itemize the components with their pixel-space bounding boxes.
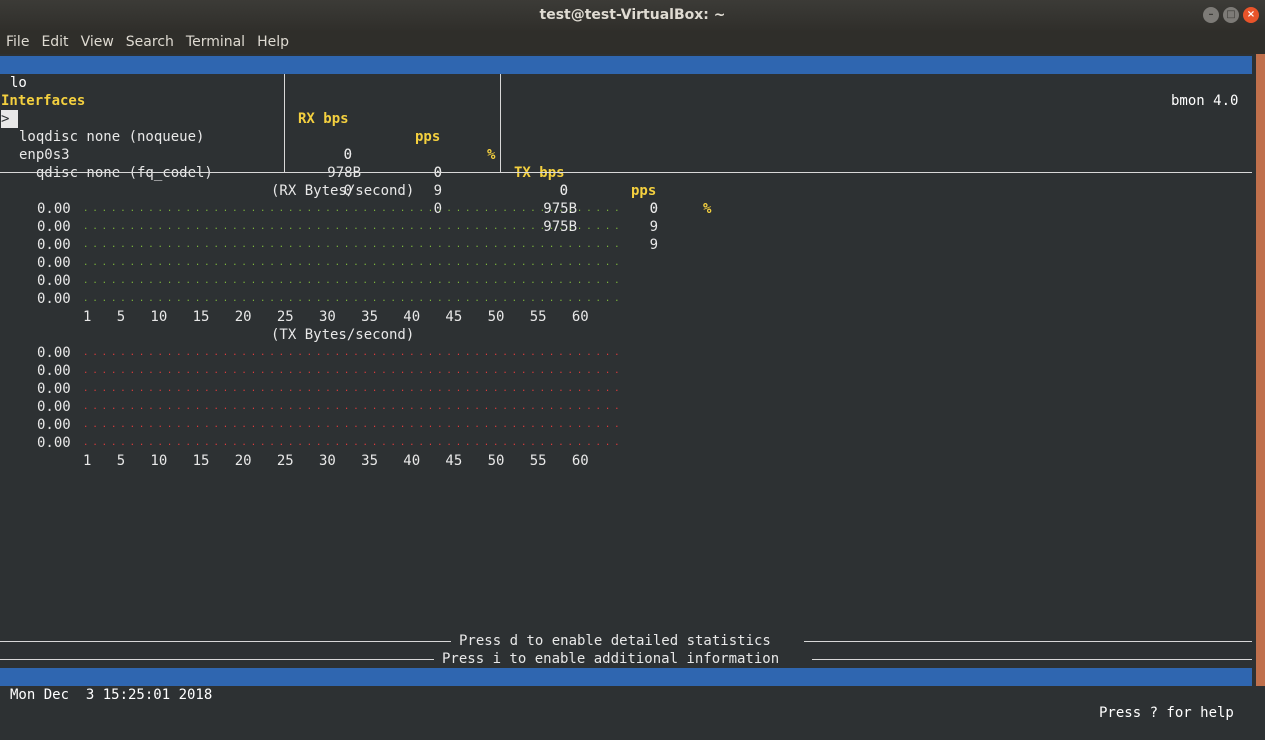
tx-bps-value: 0 (559, 183, 568, 199)
tx-graph-title: (TX Bytes/second) (271, 327, 415, 343)
hint-rule-right (804, 641, 1252, 642)
y-axis-label: 0.00 (37, 255, 71, 271)
window-title: test@test-VirtualBox: ~ (539, 7, 726, 23)
interface-name: qdisc none (fq_codel) (19, 165, 213, 181)
table-row[interactable]: qdisc none (fq_codel) 0 0 975B 9 (0, 146, 1252, 253)
y-axis-label: 0.00 (37, 435, 71, 451)
graph-row-dots: ........................................… (83, 258, 623, 268)
menu-file[interactable]: File (0, 32, 35, 54)
graph-row-dots: ........................................… (83, 366, 623, 376)
menu-terminal[interactable]: Terminal (180, 32, 251, 54)
table-row[interactable]: enp0s3 978B 9 975B 9 (0, 128, 1252, 235)
graph-row-dots: ........................................… (83, 204, 623, 214)
y-axis-label: 0.00 (37, 417, 71, 433)
top-status-bar: lo bmon 4.0 (0, 56, 1252, 109)
graph-row-dots: ........................................… (83, 384, 623, 394)
hint-rule-left (0, 641, 451, 642)
graph-row-dots: ........................................… (83, 222, 623, 232)
rx-graph-title: (RX Bytes/second) (271, 183, 415, 199)
graph-row-dots: ........................................… (83, 348, 623, 358)
datetime: Mon Dec 3 15:25:01 2018 (10, 687, 213, 703)
close-button[interactable]: × (1243, 7, 1259, 23)
table-header: Interfaces RX bps pps % TX bps pps % (0, 74, 1252, 217)
y-axis-label: 0.00 (37, 291, 71, 307)
y-axis-label: 0.00 (37, 381, 71, 397)
graph-row-dots: ........................................… (83, 240, 623, 250)
y-axis-label: 0.00 (37, 273, 71, 289)
minimize-button[interactable]: – (1203, 7, 1219, 23)
hint-additional-info: Press i to enable additional information (442, 651, 780, 667)
header-tx-pps: pps (631, 183, 657, 199)
graph-row-dots: ........................................… (83, 402, 623, 412)
y-axis-label: 0.00 (37, 201, 71, 217)
y-axis-label: 0.00 (37, 363, 71, 379)
rx-bps-value: 978B (327, 165, 361, 181)
y-axis-label: 0.00 (37, 237, 71, 253)
terminal-area[interactable]: lo bmon 4.0 Interfaces RX bps pps % TX b… (0, 54, 1256, 721)
rx-pps-value: 0 (433, 165, 442, 181)
menu-edit[interactable]: Edit (35, 32, 74, 54)
y-axis-label: 0.00 (37, 399, 71, 415)
tx-x-axis-labels: 1 5 10 15 20 25 30 35 40 45 50 55 60 (83, 453, 589, 469)
y-axis-label: 0.00 (37, 219, 71, 235)
table-row[interactable]: qdisc none (noqueue) 0 0 0 0 (0, 110, 1252, 217)
header-tx-bps: TX bps (514, 165, 565, 181)
graph-row-dots: ........................................… (83, 276, 623, 286)
menu-bar: File Edit View Search Terminal Help (0, 32, 1265, 54)
window-titlebar: test@test-VirtualBox: ~ – □ × (0, 0, 1265, 32)
hint-detailed-stats: Press d to enable detailed statistics (459, 633, 771, 649)
header-tx-pct: % (703, 201, 712, 217)
menu-view[interactable]: View (75, 32, 120, 54)
table-separator (0, 172, 1252, 173)
graph-row-dots: ........................................… (83, 420, 623, 430)
hint-rule-left (0, 659, 434, 660)
menu-search[interactable]: Search (120, 32, 180, 54)
bottom-status-bar: Mon Dec 3 15:25:01 2018 Press ? for help (0, 668, 1252, 721)
help-hint: Press ? for help (1099, 705, 1234, 721)
hint-rule-right (812, 659, 1252, 660)
table-row[interactable]: > lo 0 0 0 0 (0, 92, 1252, 217)
graph-row-dots: ........................................… (83, 438, 623, 448)
desktop-edge (1256, 54, 1265, 686)
y-axis-label: 0.00 (37, 345, 71, 361)
menu-help[interactable]: Help (251, 32, 295, 54)
graph-row-dots: ........................................… (83, 294, 623, 304)
rx-x-axis-labels: 1 5 10 15 20 25 30 35 40 45 50 55 60 (83, 309, 589, 325)
maximize-button[interactable]: □ (1223, 7, 1239, 23)
